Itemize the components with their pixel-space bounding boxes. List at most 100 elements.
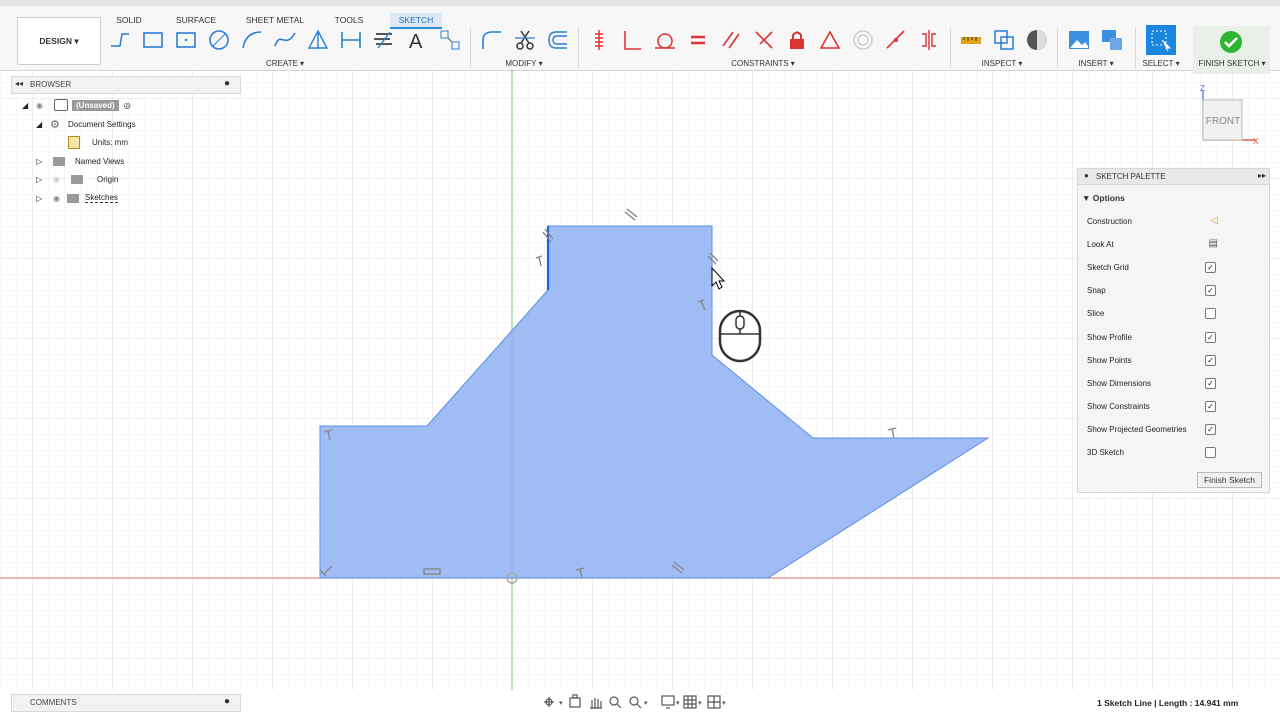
select-menu[interactable]: SELECT ▾ <box>1141 59 1181 68</box>
palette-row-show-constraints[interactable]: Show Constraints ✓ <box>1087 399 1262 415</box>
midpoint-constraint-icon[interactable] <box>817 27 843 53</box>
collapse-panel-icon[interactable]: ◂◂ <box>15 79 23 88</box>
tab-solid[interactable]: SOLID <box>110 13 148 27</box>
insert-mesh-icon[interactable] <box>1099 27 1125 53</box>
palette-header[interactable]: ● SKETCH PALETTE ▸▸ <box>1078 169 1269 185</box>
text-tool-icon[interactable]: A <box>404 27 430 53</box>
parallel-constraint-icon[interactable] <box>718 27 744 53</box>
finish-sketch-check-icon[interactable] <box>1218 29 1244 55</box>
checkbox-unchecked[interactable] <box>1205 447 1216 458</box>
fillet-tool-icon[interactable] <box>479 27 505 53</box>
view-cube[interactable]: FRONT Z X <box>1199 82 1263 146</box>
concentric-constraint-icon[interactable] <box>850 27 876 53</box>
checkbox-checked[interactable]: ✓ <box>1205 377 1216 389</box>
options-section[interactable]: ▼ Options <box>1082 193 1125 203</box>
line-tool-icon[interactable] <box>107 27 133 53</box>
expand-palette-icon[interactable]: ▸▸ <box>1258 171 1266 180</box>
grid-settings-icon[interactable] <box>683 695 697 709</box>
select-arrow-icon[interactable] <box>1146 25 1176 55</box>
measure-ruler-icon[interactable] <box>958 27 984 53</box>
modify-menu[interactable]: MODIFY ▾ <box>503 59 545 68</box>
checkbox-checked[interactable]: ✓ <box>1205 423 1216 435</box>
offset-tool-icon[interactable] <box>545 27 571 53</box>
perpendicular-cross-constraint-icon[interactable] <box>751 27 777 53</box>
insert-canvas-image-icon[interactable] <box>1066 27 1092 53</box>
polygon-tool-icon[interactable] <box>305 27 331 53</box>
horizontal-vertical-constraint-icon[interactable] <box>586 27 612 53</box>
palette-row-construction[interactable]: Construction ◁ <box>1087 214 1262 230</box>
coincident-constraint-icon[interactable] <box>883 27 909 53</box>
finish-sketch-menu[interactable]: FINISH SKETCH ▾ <box>1196 59 1268 68</box>
tab-surface[interactable]: SURFACE <box>170 13 222 27</box>
look-at-icon[interactable]: ▤ <box>1209 238 1218 249</box>
zoom-icon[interactable] <box>629 696 642 709</box>
checkbox-checked[interactable]: ✓ <box>1205 262 1216 274</box>
tree-item-document-settings[interactable]: ◢ ⚙ Document Settings <box>36 116 136 132</box>
checkbox-checked[interactable]: ✓ <box>1205 354 1216 366</box>
pan-hand-icon[interactable] <box>590 698 602 709</box>
orbit-icon[interactable] <box>544 697 554 707</box>
zoom-window-icon[interactable] <box>609 696 622 709</box>
expand-arrow-icon[interactable]: ▷ <box>36 194 53 203</box>
comments-panel[interactable]: COMMENTS ● <box>11 694 241 712</box>
center-rectangle-tool-icon[interactable] <box>173 27 199 53</box>
dimension-tool-icon[interactable] <box>338 27 364 53</box>
interference-icon[interactable] <box>991 27 1017 53</box>
palette-row-show-points[interactable]: Show Points ✓ <box>1087 353 1262 369</box>
palette-row-3d-sketch[interactable]: 3D Sketch <box>1087 445 1262 461</box>
palette-row-slice[interactable]: Slice <box>1087 306 1262 322</box>
create-menu[interactable]: CREATE ▾ <box>264 59 306 68</box>
expand-arrow-icon[interactable]: ▷ <box>36 175 53 184</box>
palette-row-show-profile[interactable]: Show Profile ✓ <box>1087 330 1262 346</box>
palette-row-look-at[interactable]: Look At ▤ <box>1087 237 1262 253</box>
add-comment-icon[interactable]: ● <box>224 696 230 707</box>
arc-tool-icon[interactable] <box>239 27 265 53</box>
document-name[interactable]: (Unsaved) <box>72 99 119 111</box>
tab-sheet-metal[interactable]: SHEET METAL <box>244 13 306 27</box>
tab-tools[interactable]: TOOLS <box>328 13 370 27</box>
palette-row-sketch-grid[interactable]: Sketch Grid ✓ <box>1087 260 1262 276</box>
tree-item-origin[interactable]: ▷ ◉ Origin <box>36 171 118 187</box>
constraints-menu[interactable]: CONSTRAINTS ▾ <box>728 59 798 68</box>
visibility-eye-icon[interactable]: ◉ <box>53 194 67 203</box>
inspect-menu[interactable]: INSPECT ▾ <box>980 59 1024 68</box>
symmetry-constraint-icon[interactable] <box>916 27 942 53</box>
fix-lock-icon[interactable] <box>784 27 810 53</box>
hidden-eye-icon[interactable]: ◉ <box>53 175 71 184</box>
browser-panel-header[interactable]: ◂◂ BROWSER ● <box>11 76 241 94</box>
finish-sketch-button[interactable]: Finish Sketch <box>1197 472 1262 488</box>
trim-scissors-icon[interactable] <box>512 27 538 53</box>
checkbox-checked[interactable]: ✓ <box>1205 400 1216 412</box>
palette-row-snap[interactable]: Snap ✓ <box>1087 283 1262 299</box>
circle-tool-icon[interactable] <box>206 27 232 53</box>
display-settings-icon[interactable] <box>661 695 675 709</box>
mirror-pattern-icon[interactable] <box>371 27 397 53</box>
checkbox-checked[interactable]: ✓ <box>1205 331 1216 343</box>
palette-row-show-dimensions[interactable]: Show Dimensions ✓ <box>1087 376 1262 392</box>
visibility-eye-icon[interactable]: ◉ <box>36 101 50 110</box>
workspace-switcher[interactable]: DESIGN ▾ <box>17 17 101 65</box>
section-analysis-icon[interactable] <box>1024 27 1050 53</box>
activate-radio-icon[interactable]: ◎ <box>124 101 131 110</box>
palette-row-show-projected-geometries[interactable]: Show Projected Geometries ✓ <box>1087 422 1262 438</box>
equal-constraint-icon[interactable] <box>685 27 711 53</box>
construction-icon[interactable]: ◁ <box>1210 215 1218 226</box>
panel-options-icon[interactable]: ● <box>224 78 230 89</box>
palette-options-icon[interactable]: ● <box>1084 171 1089 180</box>
spline-tool-icon[interactable] <box>272 27 298 53</box>
tangent-constraint-icon[interactable] <box>652 27 678 53</box>
perpendicular-constraint-icon[interactable] <box>619 27 645 53</box>
tree-item-sketches[interactable]: ▷ ◉ Sketches <box>36 190 118 206</box>
expand-arrow-icon[interactable]: ▷ <box>36 157 53 166</box>
collapse-arrow-icon[interactable]: ◢ <box>36 120 50 129</box>
tree-item-units[interactable]: Units: mm <box>68 134 128 150</box>
insert-menu[interactable]: INSERT ▾ <box>1076 59 1116 68</box>
tree-item-named-views[interactable]: ▷ Named Views <box>36 153 124 169</box>
project-tool-icon[interactable] <box>437 27 463 53</box>
rectangle-tool-icon[interactable] <box>140 27 166 53</box>
tree-root[interactable]: ◢ ◉ (Unsaved) ◎ <box>22 97 131 113</box>
collapse-arrow-icon[interactable]: ◢ <box>22 101 36 110</box>
look-at-icon[interactable] <box>569 694 581 708</box>
viewports-icon[interactable] <box>707 695 721 709</box>
checkbox-checked[interactable]: ✓ <box>1205 285 1216 297</box>
